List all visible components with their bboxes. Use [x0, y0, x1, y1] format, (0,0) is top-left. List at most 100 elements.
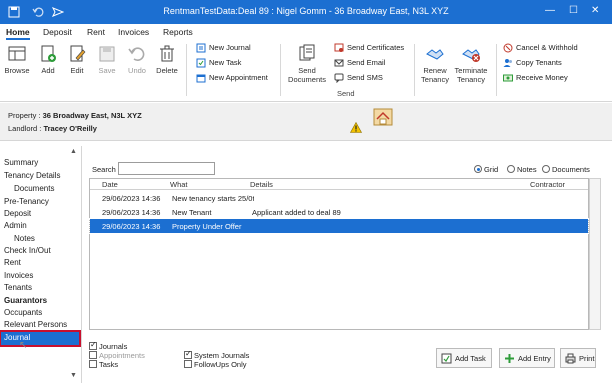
view-documents-radio[interactable]: Documents: [542, 165, 590, 174]
search-input[interactable]: [118, 162, 215, 175]
terminate-icon: [462, 49, 480, 62]
nav-item-occupants[interactable]: Occupants: [4, 308, 42, 317]
cancel-icon: [503, 43, 513, 53]
documents-icon: [299, 44, 315, 61]
row-date: 29/06/2023 14:36: [102, 222, 161, 231]
nav-item-admin[interactable]: Admin: [4, 221, 27, 230]
property-row: Property : 36 Broadway East, N3L XYZ: [8, 111, 142, 120]
tab-deposit[interactable]: Deposit: [43, 27, 72, 37]
radio-icon: [507, 165, 515, 173]
row-details: Applicant added to deal 89: [252, 208, 341, 217]
window-title: RentmanTestData:Deal 89 : Nigel Gomm - 3…: [163, 6, 449, 16]
money-icon: [503, 74, 513, 82]
send-group-label: Send: [337, 89, 355, 98]
ribbon-tabs: Home Deposit Rent Invoices Reports: [0, 24, 612, 40]
people-icon: [503, 59, 512, 68]
row-what: Property Under Offer: [172, 222, 242, 231]
tab-rent[interactable]: Rent: [87, 27, 105, 37]
close-icon[interactable]: ✕: [591, 5, 599, 16]
nav-item-journal[interactable]: Journal: [0, 330, 81, 347]
journals-checkbox[interactable]: Journals: [89, 340, 127, 351]
column-header-date[interactable]: Date: [102, 180, 118, 189]
view-grid-radio[interactable]: Grid: [474, 165, 498, 174]
undo-icon: [128, 47, 145, 61]
save-button[interactable]: Save: [93, 44, 121, 75]
add-task-button[interactable]: Add Task: [436, 348, 492, 368]
new-appointment-button[interactable]: New Appointment: [196, 73, 268, 85]
delete-button[interactable]: Delete: [153, 44, 181, 75]
new-task-button[interactable]: New Task: [196, 58, 241, 70]
add-entry-button[interactable]: Add Entry: [499, 348, 555, 368]
column-header-contractor[interactable]: Contractor: [530, 180, 565, 189]
terminate-tenancy-button[interactable]: Terminate Tenancy: [452, 44, 490, 84]
send-certificates-button[interactable]: Send Certificates: [334, 43, 404, 55]
nav-item-tenancy-details[interactable]: Tenancy Details: [4, 171, 60, 180]
column-header-details[interactable]: Details: [250, 180, 273, 189]
grid-header: Date What Details Contractor: [90, 179, 588, 190]
nav-item-guarantors[interactable]: Guarantors: [4, 296, 47, 305]
nav-item-rent[interactable]: Rent: [4, 258, 21, 267]
minimize-icon[interactable]: —: [545, 5, 555, 16]
grid-scrollbar[interactable]: [589, 178, 601, 330]
nav-item-invoices[interactable]: Invoices: [4, 271, 33, 280]
nav-item-documents[interactable]: Documents: [14, 184, 54, 193]
tab-invoices[interactable]: Invoices: [118, 27, 149, 37]
print-button[interactable]: Print: [560, 348, 596, 368]
nav-item-relevant-persons[interactable]: Relevant Persons: [4, 320, 67, 329]
deal-info-panel: Property : 36 Broadway East, N3L XYZ Lan…: [0, 103, 612, 141]
undo-button[interactable]: Undo: [123, 44, 151, 75]
checkbox-icon: [184, 360, 192, 368]
email-icon: [334, 59, 344, 67]
table-row[interactable]: 29/06/2023 14:36 New Tenant Applicant ad…: [90, 205, 588, 219]
landlord-row: Landlord : Tracey O'Reilly: [8, 124, 97, 133]
new-journal-button[interactable]: New Journal: [196, 43, 251, 55]
radio-selected-icon: [474, 165, 482, 173]
printer-icon: [565, 353, 576, 364]
nav-item-pre-tenancy[interactable]: Pre-Tenancy: [4, 197, 49, 206]
table-row[interactable]: 29/06/2023 14:36 New tenancy starts 25/0…: [90, 191, 588, 205]
browse-button[interactable]: Browse: [3, 44, 31, 75]
handshake-icon: [426, 49, 444, 60]
maximize-icon[interactable]: ☐: [569, 5, 578, 16]
property-value: 36 Broadway East, N3L XYZ: [42, 111, 142, 120]
search-label: Search :: [92, 165, 120, 174]
save-icon: [99, 46, 115, 62]
nav-item-notes[interactable]: Notes: [14, 234, 35, 243]
table-row-selected[interactable]: 29/06/2023 14:36 Property Under Offer: [89, 218, 589, 234]
column-header-what[interactable]: What: [170, 180, 188, 189]
nav-item-tenants[interactable]: Tenants: [4, 283, 32, 292]
task-icon: [441, 353, 452, 364]
edit-button[interactable]: Edit: [63, 44, 91, 75]
row-what: New tenancy starts 25/0t: [172, 194, 254, 203]
copy-tenants-button[interactable]: Copy Tenants: [503, 58, 562, 70]
journal-grid[interactable]: Date What Details Contractor 29/06/2023 …: [89, 178, 589, 330]
nav-item-summary[interactable]: Summary: [4, 158, 38, 167]
cancel-withhold-button[interactable]: Cancel & Withhold: [503, 43, 578, 55]
nav-item-deposit[interactable]: Deposit: [4, 209, 31, 218]
plus-icon: [505, 354, 514, 363]
nav-scroll-up-icon[interactable]: ▲: [70, 148, 77, 155]
send-documents-button[interactable]: Send Documents: [286, 44, 328, 84]
view-notes-radio[interactable]: Notes: [507, 165, 537, 174]
tasks-checkbox[interactable]: Tasks: [89, 360, 118, 369]
tab-home[interactable]: Home: [6, 27, 30, 40]
renew-tenancy-button[interactable]: Renew Tenancy: [418, 44, 452, 84]
nav-scroll-down-icon[interactable]: ▼: [70, 372, 77, 379]
certificate-icon: [334, 43, 344, 53]
tab-reports[interactable]: Reports: [163, 27, 193, 37]
add-icon: [41, 45, 56, 62]
title-bar: RentmanTestData:Deal 89 : Nigel Gomm - 3…: [0, 0, 612, 24]
receive-money-button[interactable]: Receive Money: [503, 73, 568, 85]
property-house-icon[interactable]: [372, 105, 394, 127]
ribbon: Browse Add Edit Save Undo Delete New Jou…: [0, 40, 612, 102]
browse-icon: [8, 46, 26, 61]
add-button[interactable]: Add: [34, 44, 62, 75]
send-sms-button[interactable]: Send SMS: [334, 73, 383, 85]
system-journals-checkbox[interactable]: System Journals: [184, 349, 249, 360]
checkbox-checked-icon: [184, 349, 192, 359]
nav-item-check-in-out[interactable]: Check In/Out: [4, 246, 51, 255]
followups-only-checkbox[interactable]: FollowUps Only: [184, 360, 247, 369]
checkbox-icon: [89, 351, 97, 359]
appointments-checkbox[interactable]: Appointments: [89, 351, 145, 360]
send-email-button[interactable]: Send Email: [334, 58, 385, 70]
